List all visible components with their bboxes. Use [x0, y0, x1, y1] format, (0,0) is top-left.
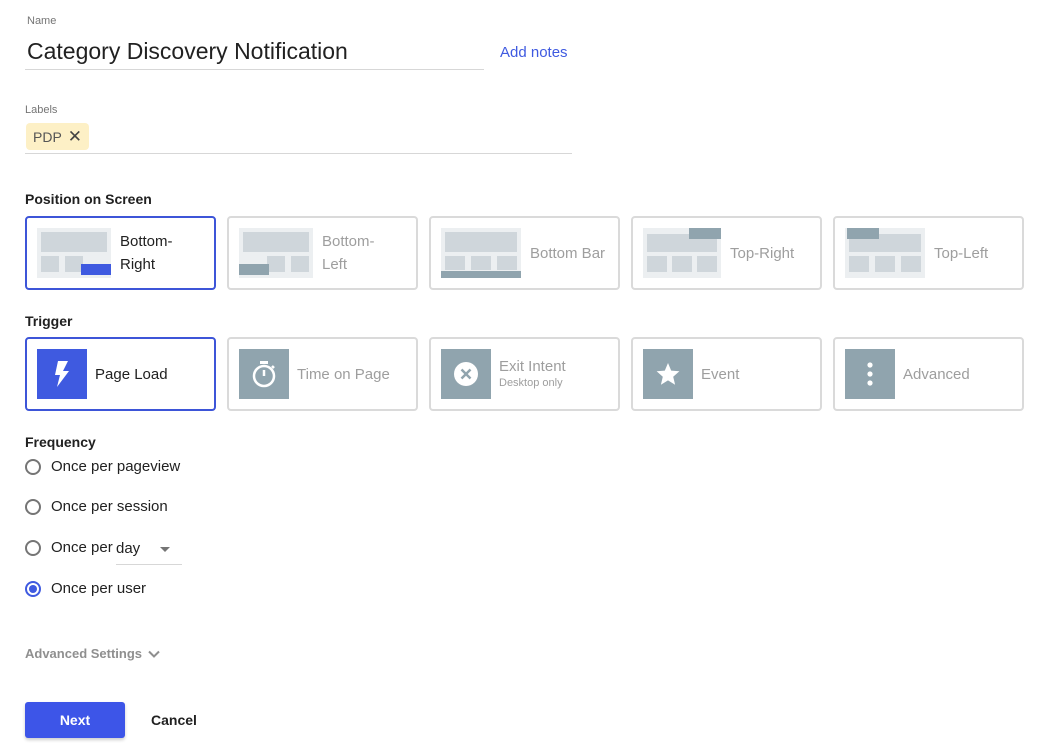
caret-down-icon [160, 547, 170, 552]
label-chip-text: PDP [33, 128, 62, 145]
top-left-thumbnail-icon [845, 228, 925, 278]
labels-input[interactable]: PDP ✕ [25, 118, 572, 154]
radio-button-checked[interactable] [25, 580, 41, 597]
trigger-option-event[interactable]: Event [631, 337, 822, 411]
trigger-option-label: Exit Intent [499, 358, 566, 375]
remove-chip-icon[interactable]: ✕ [68, 128, 82, 145]
frequency-option-label: Once per session [51, 498, 168, 515]
trigger-option-exit-intent[interactable]: Exit Intent Desktop only [429, 337, 620, 411]
trigger-option-sublabel: Desktop only [499, 377, 563, 389]
bottom-bar-thumbnail-icon [441, 228, 521, 278]
radio-button[interactable] [25, 458, 41, 475]
trigger-option-page-load[interactable]: Page Load [25, 337, 216, 411]
bottom-right-thumbnail-icon [37, 228, 111, 278]
star-icon [643, 349, 693, 399]
frequency-option-label: Once per user [51, 580, 147, 597]
bottom-left-thumbnail-icon [239, 228, 313, 278]
position-option-label: Right [120, 256, 156, 273]
name-field-label: Name [27, 15, 57, 27]
trigger-option-advanced[interactable]: Advanced [833, 337, 1024, 411]
position-option-top-right[interactable]: Top-Right [631, 216, 822, 290]
trigger-section-title: Trigger [25, 313, 73, 329]
frequency-option-user[interactable]: Once per user [25, 580, 146, 597]
next-button[interactable]: Next [25, 702, 125, 738]
labels-field-label: Labels [25, 104, 58, 116]
lightning-icon [37, 349, 87, 399]
advanced-settings-toggle[interactable]: Advanced Settings [25, 646, 160, 661]
trigger-option-label: Time on Page [297, 365, 390, 383]
frequency-option-per-period[interactable]: Once per [25, 539, 113, 556]
position-option-bottom-right[interactable]: Bottom- Right [25, 216, 216, 290]
trigger-option-label: Advanced [903, 365, 970, 383]
position-option-bottom-bar[interactable]: Bottom Bar [429, 216, 620, 290]
more-vertical-icon [845, 349, 895, 399]
position-option-label: Bottom Bar [530, 244, 606, 262]
frequency-period-value: day [116, 540, 141, 557]
trigger-option-label: Event [701, 365, 740, 383]
frequency-section-title: Frequency [25, 434, 96, 450]
position-option-top-left[interactable]: Top-Left [833, 216, 1024, 290]
cancel-button[interactable]: Cancel [151, 712, 197, 728]
frequency-option-label: Once per pageview [51, 458, 181, 475]
position-option-label: Bottom- [120, 233, 173, 250]
close-circle-icon [441, 349, 491, 399]
position-option-label: Top-Left [934, 244, 989, 262]
label-chip: PDP ✕ [26, 123, 90, 150]
position-option-label: Bottom- [322, 233, 375, 250]
position-option-label: Left [322, 256, 348, 273]
radio-button[interactable] [25, 498, 41, 515]
position-option-label: Top-Right [730, 244, 795, 262]
chevron-down-icon [148, 650, 160, 658]
position-option-bottom-left[interactable]: Bottom- Left [227, 216, 418, 290]
trigger-option-time-on-page[interactable]: Time on Page [227, 337, 418, 411]
advanced-settings-label: Advanced Settings [25, 646, 143, 661]
frequency-period-select[interactable]: day [116, 533, 182, 565]
frequency-option-pageview[interactable]: Once per pageview [25, 458, 180, 475]
radio-button[interactable] [25, 539, 41, 556]
position-section-title: Position on Screen [25, 191, 152, 207]
add-notes-link[interactable]: Add notes [500, 44, 568, 61]
top-right-thumbnail-icon [643, 228, 721, 278]
frequency-option-label: Once per [51, 539, 113, 556]
trigger-option-label: Page Load [95, 365, 168, 383]
frequency-option-session[interactable]: Once per session [25, 498, 168, 515]
stopwatch-icon [239, 349, 289, 399]
name-input[interactable]: Category Discovery Notification [25, 34, 484, 70]
